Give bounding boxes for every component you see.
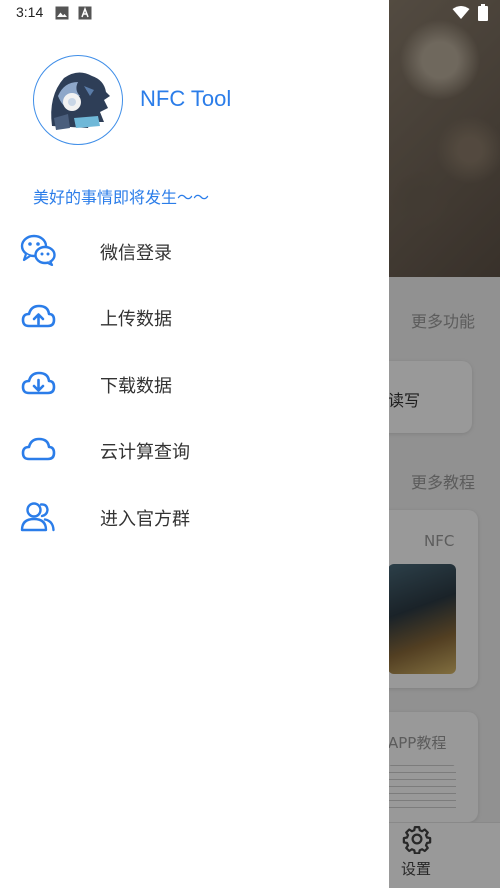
a-notification-icon <box>78 6 92 20</box>
app-name: NFC Tool <box>140 86 232 111</box>
menu-item-label: 进入官方群 <box>100 509 190 530</box>
menu-item-label: 下载数据 <box>100 376 172 397</box>
menu-item-download-data[interactable]: 下载数据 <box>0 350 389 416</box>
tagline: 美好的事情即将发生～～ <box>33 188 210 207</box>
image-notification-icon <box>55 6 69 20</box>
menu-item-wechat-login[interactable]: 微信登录 <box>0 217 389 283</box>
wechat-icon <box>20 234 56 266</box>
cloud-upload-icon <box>21 304 56 328</box>
menu-item-label: 微信登录 <box>100 243 172 264</box>
group-icon <box>20 502 55 532</box>
battery-icon <box>478 4 488 21</box>
menu-item-upload-data[interactable]: 上传数据 <box>0 283 389 349</box>
cloud-icon <box>21 437 56 461</box>
wifi-icon <box>452 6 470 19</box>
menu-item-cloud-query[interactable]: 云计算查询 <box>0 416 389 482</box>
menu-item-label: 云计算查询 <box>100 442 190 463</box>
status-bar: 3:14 <box>0 0 500 26</box>
menu-item-label: 上传数据 <box>100 309 172 330</box>
avatar-image <box>51 72 110 130</box>
cloud-download-icon <box>21 371 56 395</box>
menu-item-join-group[interactable]: 进入官方群 <box>0 483 389 549</box>
status-time: 3:14 <box>16 4 44 20</box>
avatar[interactable] <box>33 55 123 145</box>
navigation-drawer: NFC Tool 美好的事情即将发生～～ 微信登录 上传数据 下载数据 云计算查… <box>0 0 389 888</box>
